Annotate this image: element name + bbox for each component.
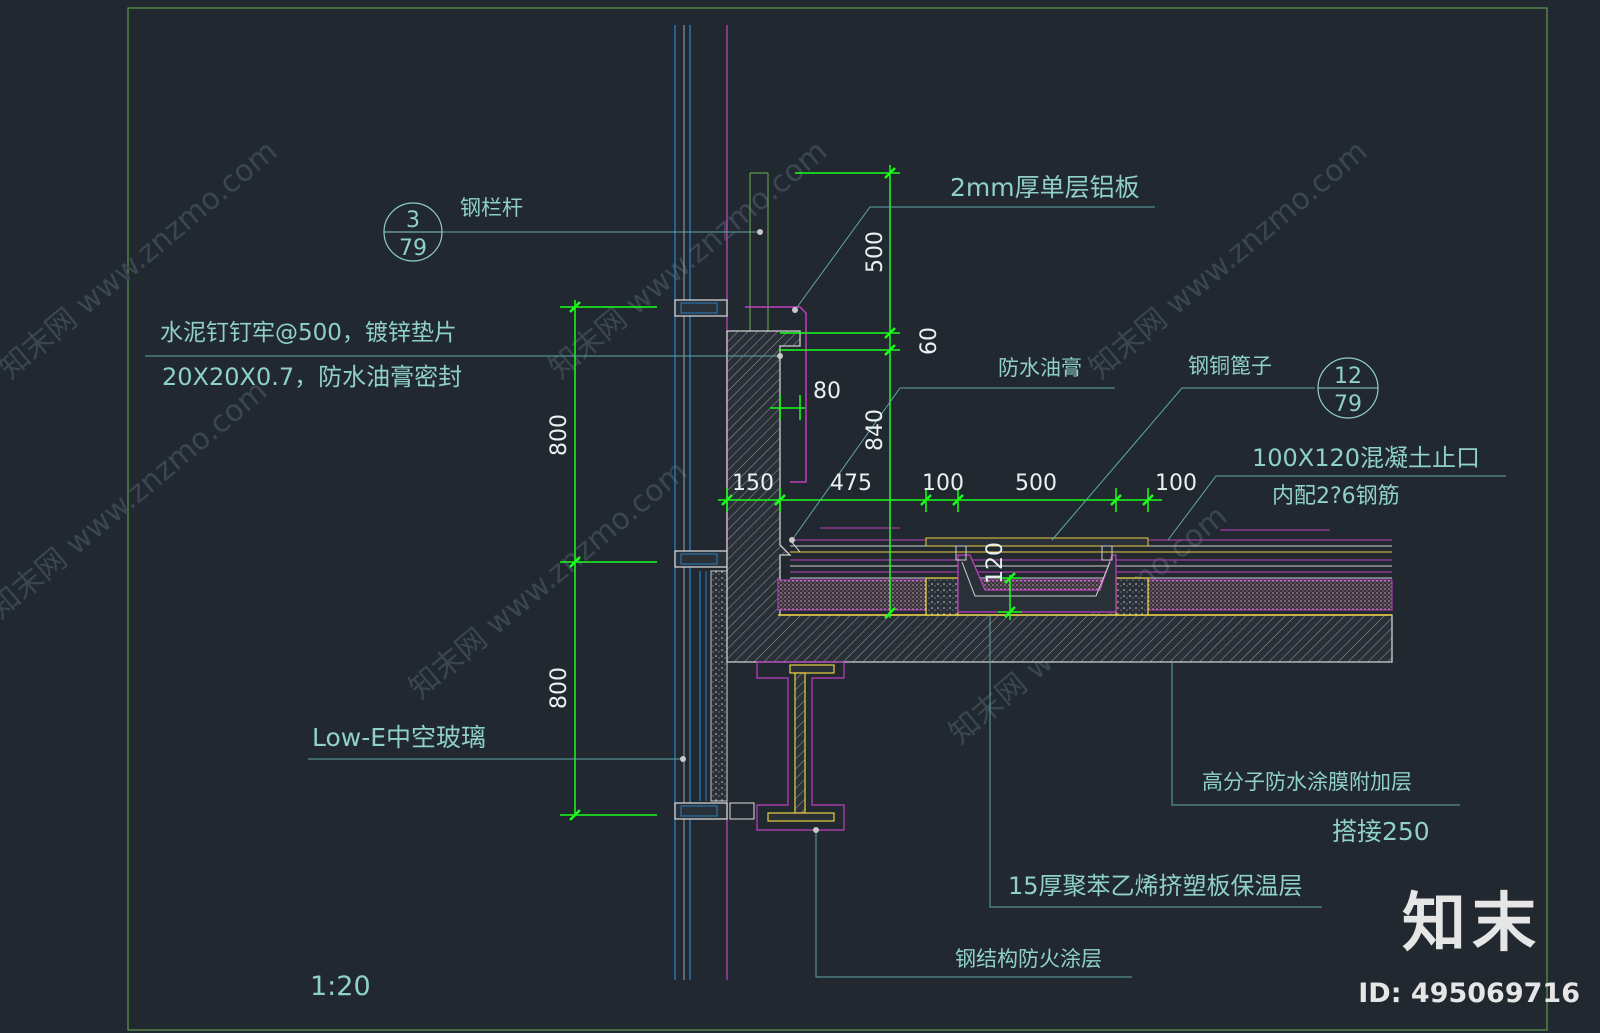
curb-left	[925, 577, 959, 616]
watermark-3: 知末网 www.znzmo.com	[1083, 134, 1374, 386]
label-railing: 钢栏杆	[460, 196, 523, 220]
steel-beam	[756, 661, 845, 831]
dim-60: 60	[917, 327, 942, 355]
cad-drawing: 知末网 www.znzmo.com 知末网 www.znzmo.com 知末网 …	[0, 7, 1548, 1031]
brand-logo: 知末	[1402, 887, 1542, 961]
dim-100-right: 100	[1155, 471, 1197, 496]
label-nail-line2: 20X20X0.7，防水油膏密封	[162, 363, 462, 391]
watermark-1: 知末网 www.znzmo.com	[0, 134, 284, 386]
label-scale: 1:20	[310, 971, 371, 1002]
dim-100-left: 100	[922, 471, 964, 496]
label-glass: Low-E中空玻璃	[312, 723, 486, 752]
label-fireproof: 钢结构防火涂层	[955, 947, 1102, 971]
detail-ref-1: 3 79	[383, 202, 443, 262]
label-curb-line1: 100X120混凝土止口	[1252, 444, 1480, 472]
dim-120: 120	[983, 542, 1008, 584]
dim-500-vertical: 500	[863, 231, 888, 273]
label-grate: 钢铜篦子	[1188, 354, 1272, 378]
detail-ref-1-top: 3	[406, 208, 420, 233]
dim-800-upper: 800	[547, 414, 572, 456]
watermark-6: 知末网 www.znzmo.com	[0, 374, 274, 626]
dim-475: 475	[830, 471, 872, 496]
detail-ref-2: 12 79	[1317, 357, 1379, 419]
curb-right	[1115, 577, 1149, 616]
dim-150: 150	[732, 471, 774, 496]
watermark-2: 知末网 www.znzmo.com	[543, 134, 834, 386]
dim-800-lower: 800	[547, 667, 572, 709]
mullion-box-mid	[674, 550, 728, 568]
detail-ref-2-top: 12	[1334, 364, 1362, 389]
dim-840: 840	[863, 409, 888, 451]
brand-id: ID: 495069716	[1358, 978, 1580, 1009]
label-overlap: 搭接250	[1332, 817, 1430, 846]
detail-ref-1-bottom: 79	[399, 236, 427, 261]
dim-500-horizontal: 500	[1015, 471, 1057, 496]
mullion-box-top	[674, 299, 728, 317]
dim-80: 80	[813, 379, 841, 404]
label-membrane: 高分子防水涂膜附加层	[1202, 770, 1412, 794]
curtain-wall-lines	[674, 25, 728, 980]
mullion-box-bottom	[674, 802, 728, 820]
label-sealant: 防水油膏	[998, 356, 1082, 380]
roof-layers	[789, 527, 1392, 579]
detail-ref-2-bottom: 79	[1334, 392, 1362, 417]
label-aluminum: 2mm厚单层铝板	[950, 173, 1140, 202]
label-curb-line2: 内配2?6钢筋	[1272, 484, 1400, 509]
label-insulation: 15厚聚苯乙烯挤塑板保温层	[1008, 872, 1303, 900]
label-nail-line1: 水泥钉钉牢@500，镀锌垫片	[160, 320, 457, 346]
gutter	[925, 537, 1149, 616]
grate	[925, 537, 1149, 547]
